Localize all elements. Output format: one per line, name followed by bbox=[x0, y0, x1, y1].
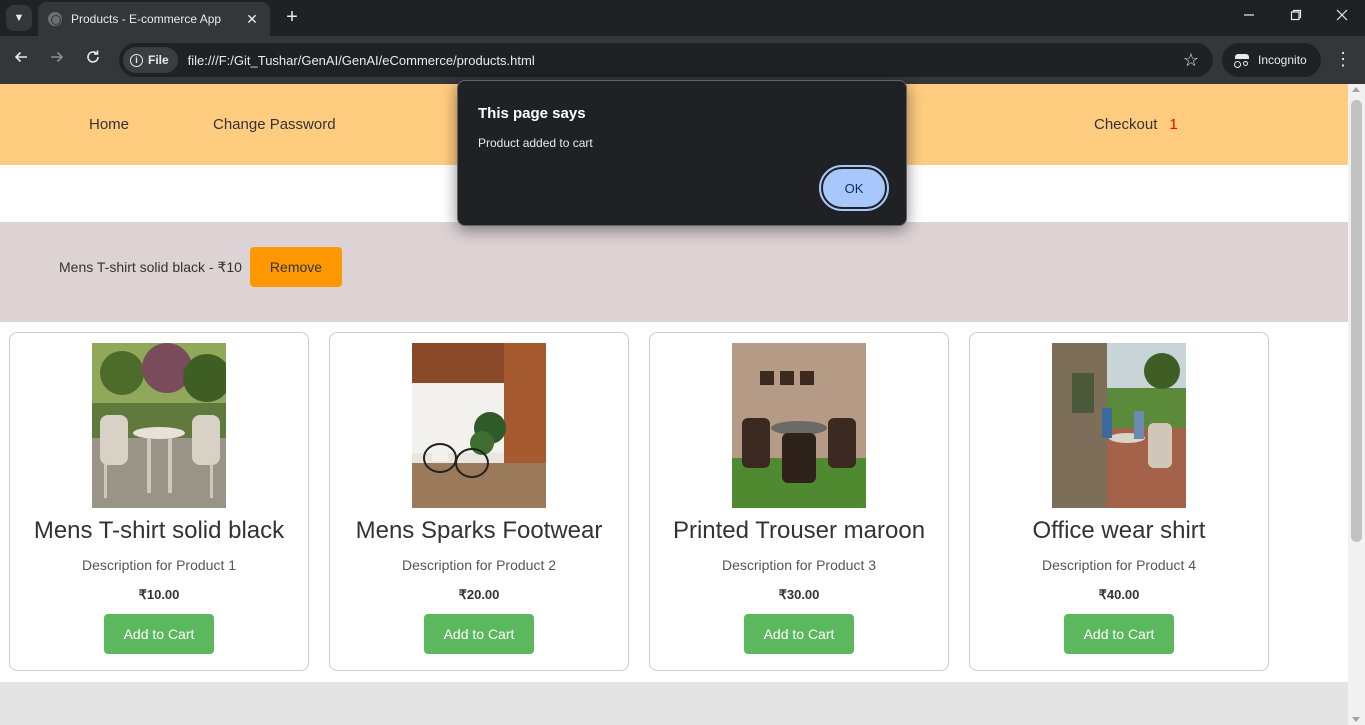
cart-count-badge: 1 bbox=[1169, 116, 1178, 133]
browser-toolbar: i File file:///F:/Git_Tushar/GenAI/GenAI… bbox=[0, 36, 1365, 84]
dialog-title: This page says bbox=[478, 105, 586, 122]
product-image bbox=[732, 343, 866, 508]
browser-tab[interactable]: Products - E-commerce App ✕ bbox=[38, 2, 270, 36]
product-price: ₹10.00 bbox=[138, 587, 180, 602]
cart-section: Mens T-shirt solid black - ₹10 Remove bbox=[0, 222, 1348, 322]
browser-tab-bar: ▼ Products - E-commerce App ✕ + bbox=[0, 0, 1365, 36]
product-image bbox=[92, 343, 226, 508]
product-card: Office wear shirt Description for Produc… bbox=[969, 332, 1269, 671]
product-description: Description for Product 1 bbox=[81, 557, 237, 573]
scroll-down-icon[interactable] bbox=[1352, 717, 1360, 722]
product-image bbox=[1052, 343, 1186, 508]
url-text[interactable]: file:///F:/Git_Tushar/GenAI/GenAI/eComme… bbox=[188, 53, 1183, 68]
nav-home-link[interactable]: Home bbox=[89, 116, 129, 133]
page-scrollbar[interactable] bbox=[1348, 84, 1365, 725]
cart-item-text: Mens T-shirt solid black - ₹10 bbox=[59, 259, 242, 275]
add-to-cart-button[interactable]: Add to Cart bbox=[104, 614, 214, 654]
product-card: Mens T-shirt solid black Description for… bbox=[9, 332, 309, 671]
menu-icon[interactable]: ⋮ bbox=[1334, 48, 1352, 70]
product-title: Office wear shirt bbox=[1032, 517, 1206, 544]
tab-title: Products - E-commerce App bbox=[71, 12, 222, 26]
scroll-up-icon[interactable] bbox=[1352, 87, 1360, 92]
incognito-label: Incognito bbox=[1258, 53, 1307, 67]
remove-button[interactable]: Remove bbox=[250, 247, 342, 287]
add-to-cart-button[interactable]: Add to Cart bbox=[744, 614, 854, 654]
product-price: ₹20.00 bbox=[458, 587, 500, 602]
site-info-chip[interactable]: i File bbox=[123, 47, 178, 73]
dialog-message: Product added to cart bbox=[478, 136, 593, 150]
file-chip-label: File bbox=[148, 53, 169, 67]
close-icon[interactable]: ✕ bbox=[244, 11, 260, 28]
product-description: Description for Product 3 bbox=[721, 557, 877, 573]
product-title: Mens T-shirt solid black bbox=[33, 517, 285, 544]
ok-button[interactable]: OK bbox=[819, 165, 889, 211]
alert-dialog: This page says Product added to cart OK bbox=[457, 80, 907, 226]
footer-band bbox=[0, 682, 1348, 725]
checkout-label: Checkout bbox=[1094, 116, 1158, 133]
restore-icon[interactable] bbox=[1281, 6, 1311, 28]
tab-search-icon[interactable]: ▼ bbox=[6, 5, 32, 31]
forward-icon[interactable] bbox=[46, 49, 68, 71]
product-price: ₹30.00 bbox=[778, 587, 820, 602]
product-description: Description for Product 2 bbox=[401, 557, 557, 573]
plus-icon[interactable]: + bbox=[281, 6, 303, 28]
globe-icon bbox=[48, 12, 62, 26]
address-bar[interactable]: i File file:///F:/Git_Tushar/GenAI/GenAI… bbox=[119, 43, 1213, 77]
add-to-cart-button[interactable]: Add to Cart bbox=[1064, 614, 1174, 654]
product-card: Mens Sparks Footwear Description for Pro… bbox=[329, 332, 629, 671]
add-to-cart-button[interactable]: Add to Cart bbox=[424, 614, 534, 654]
close-window-icon[interactable] bbox=[1327, 6, 1357, 28]
product-title: Printed Trouser maroon bbox=[672, 517, 926, 544]
product-description: Description for Product 4 bbox=[1041, 557, 1197, 573]
incognito-icon bbox=[1234, 54, 1250, 68]
info-icon: i bbox=[130, 53, 143, 67]
reload-icon[interactable] bbox=[82, 49, 104, 71]
nav-change-password-link[interactable]: Change Password bbox=[213, 116, 336, 133]
star-icon[interactable]: ☆ bbox=[1183, 50, 1199, 71]
product-title: Mens Sparks Footwear bbox=[355, 517, 603, 544]
product-image bbox=[412, 343, 546, 508]
minimize-icon[interactable] bbox=[1234, 6, 1264, 28]
incognito-indicator[interactable]: Incognito bbox=[1222, 43, 1321, 77]
nav-checkout-link[interactable]: Checkout 1 bbox=[1094, 116, 1178, 133]
back-icon[interactable] bbox=[10, 49, 32, 71]
product-card: Printed Trouser maroon Description for P… bbox=[649, 332, 949, 671]
scrollbar-thumb[interactable] bbox=[1351, 100, 1362, 542]
product-price: ₹40.00 bbox=[1098, 587, 1140, 602]
